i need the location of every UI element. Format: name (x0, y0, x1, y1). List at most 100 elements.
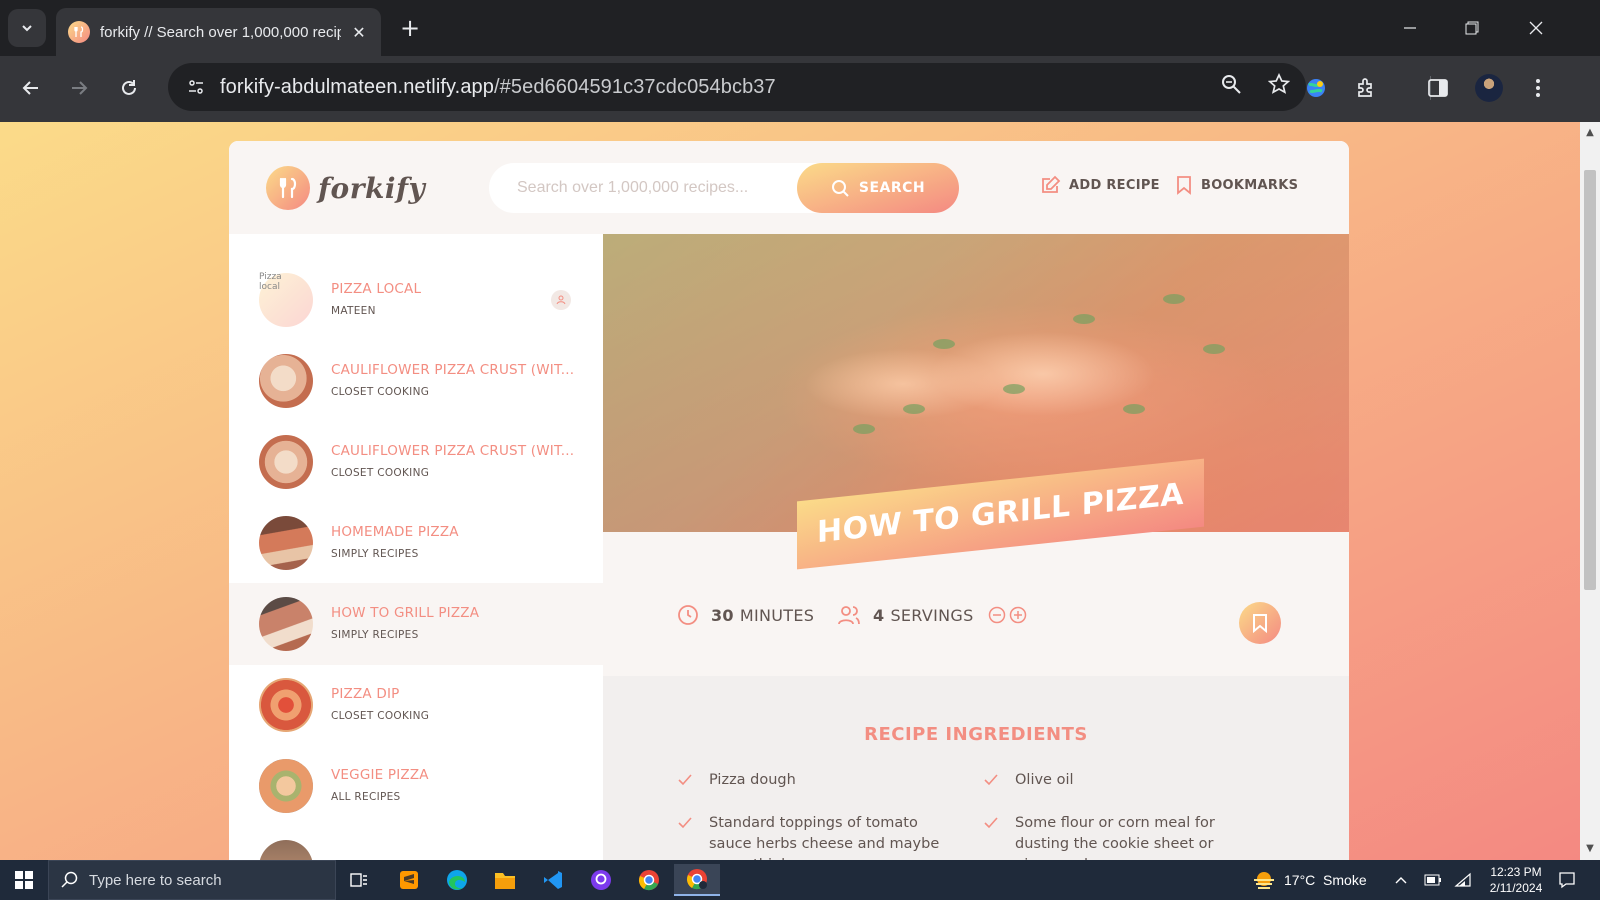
clock-icon (677, 604, 699, 626)
forward-icon[interactable] (63, 72, 95, 104)
show-hidden-icons-icon[interactable] (1394, 860, 1408, 900)
new-tab-button[interactable]: + (396, 14, 424, 42)
add-recipe-button[interactable]: ADD RECIPE (1041, 175, 1160, 195)
bookmark-icon (1177, 176, 1191, 195)
duration-label: MINUTES (739, 605, 815, 625)
back-icon[interactable] (15, 72, 47, 104)
result-publisher: MATEEN (331, 305, 376, 317)
bookmarks-button[interactable]: BOOKMARKS (1175, 175, 1298, 195)
servings-value: 4 (873, 605, 885, 625)
result-item[interactable]: CAULIFLOWER PIZZA CRUST (WIT... CLOSET C… (229, 421, 603, 503)
windows-start-icon[interactable] (0, 860, 48, 900)
search-icon (831, 180, 849, 197)
bookmark-recipe-button[interactable] (1239, 602, 1281, 644)
search-button[interactable]: SEARCH (797, 163, 959, 213)
edit-icon (1042, 175, 1061, 193)
clock-time: 12:23 PM (1490, 865, 1542, 879)
result-item[interactable]: CAULIFLOWER PIZZA CRUST (WIT... CLOSET C… (229, 340, 603, 422)
close-tab-icon[interactable]: ✕ (349, 23, 369, 42)
ingredient-item: Pizza dough (677, 770, 947, 791)
site-info-icon[interactable] (182, 73, 210, 101)
result-item[interactable]: HOMEMADE PIZZA SIMPLY RECIPES (229, 502, 603, 584)
star-icon[interactable] (1268, 73, 1290, 95)
ingredients-heading: RECIPE INGREDIENTS (864, 724, 1088, 745)
result-publisher: CLOSET COOKING (331, 467, 430, 479)
increase-servings-icon[interactable] (1009, 606, 1027, 624)
servings-label: SERVINGS (890, 605, 974, 625)
chevron-down-icon (22, 25, 32, 32)
search-input[interactable] (489, 179, 789, 197)
notifications-icon[interactable] (1558, 860, 1576, 900)
windows-taskbar: Type here to search 17°C Smoke 12:23 PM … (0, 860, 1600, 900)
forkify-logo[interactable]: forkify (266, 166, 425, 210)
result-title: PIZZA DIP (331, 686, 400, 702)
weather-haze-icon (1254, 872, 1274, 889)
add-recipe-label: ADD RECIPE (1069, 177, 1160, 193)
chrome-icon[interactable] (626, 864, 672, 896)
search-icon (61, 871, 78, 888)
ingredient-item: Olive oil (983, 770, 1253, 791)
check-icon (984, 774, 998, 786)
result-item[interactable]: VEGGIE PIZZA ALL RECIPES (229, 745, 603, 827)
edge-browser-icon[interactable] (434, 864, 480, 896)
more-menu-icon[interactable] (1522, 72, 1554, 104)
ingredient-item: Standard toppings of tomato sauce herbs … (677, 813, 947, 860)
extension-globe-icon[interactable] (1300, 72, 1332, 104)
page-viewport: forkify SEARCH ADD RECIPE BOOKMARKS (0, 122, 1580, 860)
recipe-ingredients: RECIPE INGREDIENTS Pizza dough Olive oil… (603, 676, 1349, 860)
result-title: PIZZA LOCAL (331, 281, 422, 297)
zoom-icon[interactable] (1220, 73, 1242, 95)
recipe-duration: 30 MINUTES (677, 604, 814, 626)
file-explorer-icon[interactable] (482, 864, 528, 896)
side-panel-icon[interactable] (1422, 72, 1454, 104)
result-publisher: SIMPLY RECIPES (331, 629, 419, 641)
tab-title: forkify // Search over 1,000,000 recipes (100, 23, 341, 41)
result-item-active[interactable]: HOW TO GRILL PIZZA SIMPLY RECIPES (229, 583, 603, 665)
check-icon (984, 817, 998, 829)
result-thumbnail (259, 678, 313, 732)
taskbar-search-input[interactable]: Type here to search (48, 860, 336, 900)
result-thumbnail (259, 516, 313, 570)
weather-widget[interactable]: 17°C Smoke (1252, 860, 1367, 900)
check-icon (678, 817, 692, 829)
search-results: Pizza local PIZZA LOCAL MATEEN CAULIFLOW… (229, 234, 603, 860)
vscode-icon[interactable] (530, 864, 576, 896)
weather-text: 17°C Smoke (1284, 872, 1367, 888)
extensions-puzzle-icon[interactable] (1350, 72, 1382, 104)
result-title: VEGGIE PIZZA (331, 767, 429, 783)
reload-icon[interactable] (113, 72, 145, 104)
address-bar[interactable]: forkify-abdulmateen.netlify.app/#5ed6604… (168, 63, 1306, 111)
result-publisher: SIMPLY RECIPES (331, 548, 419, 560)
system-clock[interactable]: 12:23 PM 2/11/2024 (1478, 864, 1554, 896)
result-title: CAULIFLOWER PIZZA CRUST (WIT... (331, 443, 575, 459)
browser-tab-active[interactable]: forkify // Search over 1,000,000 recipes… (56, 8, 381, 56)
fork-knife-icon (266, 166, 310, 210)
tab-search-button[interactable] (8, 9, 46, 47)
decrease-servings-icon[interactable] (988, 606, 1006, 624)
result-thumbnail (259, 435, 313, 489)
minimize-icon[interactable] (1395, 14, 1425, 42)
result-item[interactable]: Pizza local PIZZA LOCAL MATEEN (229, 259, 603, 341)
chrome-profile-icon[interactable] (674, 864, 720, 896)
recipe-details: 30 MINUTES 4 SERVINGS (603, 532, 1349, 676)
browser-tabbar: forkify // Search over 1,000,000 recipes… (0, 0, 1600, 56)
wifi-icon[interactable] (1454, 860, 1472, 900)
duration-value: 30 (711, 605, 734, 625)
github-desktop-icon[interactable] (578, 864, 624, 896)
result-publisher: CLOSET COOKING (331, 386, 430, 398)
users-icon (837, 604, 861, 626)
result-item[interactable] (229, 826, 603, 860)
task-view-icon[interactable] (336, 864, 382, 896)
sublime-text-icon[interactable] (386, 864, 432, 896)
profile-avatar[interactable] (1473, 72, 1505, 104)
scrollbar-thumb[interactable] (1584, 170, 1596, 590)
forkify-favicon-icon (68, 21, 90, 43)
restore-icon[interactable] (1457, 14, 1487, 42)
result-item[interactable]: PIZZA DIP CLOSET COOKING (229, 664, 603, 746)
scroll-down-icon[interactable]: ▼ (1583, 842, 1597, 856)
result-publisher: ALL RECIPES (331, 791, 401, 803)
scroll-up-icon[interactable]: ▲ (1583, 126, 1597, 140)
battery-icon[interactable] (1424, 860, 1442, 900)
close-window-icon[interactable] (1521, 14, 1551, 42)
result-publisher: CLOSET COOKING (331, 710, 430, 722)
